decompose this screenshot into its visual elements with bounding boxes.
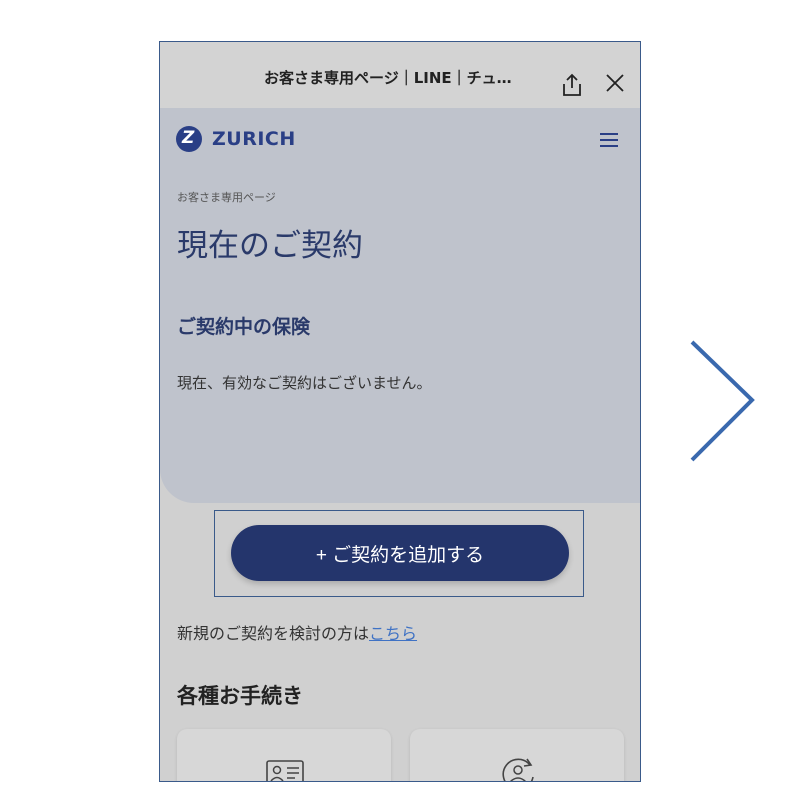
procedure-card[interactable]: [410, 729, 624, 781]
brand-logo[interactable]: ZURICH: [176, 126, 296, 152]
page-title: 現在のご契約: [177, 228, 363, 264]
section-title: ご契約中の保険: [177, 316, 311, 338]
share-icon[interactable]: [560, 72, 584, 98]
add-contract-button[interactable]: + ご契約を追加する: [231, 525, 569, 581]
breadcrumb[interactable]: お客さま専用ページ: [177, 189, 276, 205]
contract-summary-panel: [160, 108, 640, 503]
window-title: お客さま専用ページ｜LINE｜チュ…: [264, 69, 512, 87]
new-contract-text: 新規のご契約を検討の方は: [177, 624, 370, 643]
user-refresh-icon: [502, 758, 534, 781]
brand-name: ZURICH: [212, 128, 296, 150]
chevron-right-icon[interactable]: [688, 338, 758, 466]
app-screen: お客さま専用ページ｜LINE｜チュ… ZURICH お客さま専用ページ 現在のご…: [159, 41, 641, 782]
id-card-icon: [266, 760, 304, 781]
new-contract-note: 新規のご契約を検討の方はこちら: [177, 620, 417, 644]
no-contract-message: 現在、有効なご契約はございません。: [177, 374, 432, 392]
line-header: お客さま専用ページ｜LINE｜チュ…: [160, 42, 640, 108]
procedure-card[interactable]: [177, 729, 391, 781]
zurich-logo-icon: [176, 126, 202, 152]
close-icon[interactable]: [604, 72, 626, 94]
new-contract-link[interactable]: こちら: [369, 624, 417, 643]
add-contract-highlight: + ご契約を追加する: [214, 510, 584, 597]
menu-icon[interactable]: [600, 133, 618, 147]
procedures-title: 各種お手続き: [177, 684, 303, 708]
